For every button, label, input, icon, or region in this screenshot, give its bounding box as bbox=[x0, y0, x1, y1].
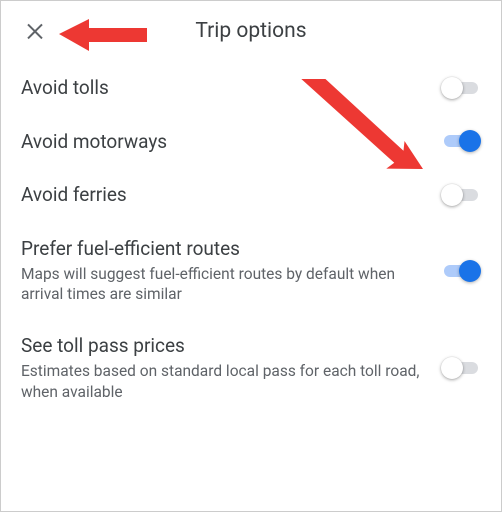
toggle-see-toll-pass-prices[interactable] bbox=[441, 356, 481, 380]
option-avoid-motorways[interactable]: Avoid motorways bbox=[1, 115, 501, 169]
option-title: See toll pass prices bbox=[21, 333, 421, 359]
close-icon bbox=[23, 18, 47, 45]
toggle-avoid-motorways[interactable] bbox=[441, 129, 481, 153]
toggle-avoid-tolls[interactable] bbox=[441, 76, 481, 100]
page-title: Trip options bbox=[1, 19, 501, 43]
toggle-avoid-ferries[interactable] bbox=[441, 183, 481, 207]
options-list: Avoid tolls Avoid motorways Avoid ferrie… bbox=[1, 61, 501, 417]
close-button[interactable] bbox=[13, 9, 57, 53]
option-text: Avoid tolls bbox=[21, 75, 441, 101]
header: Trip options bbox=[1, 1, 501, 61]
option-see-toll-pass-prices[interactable]: See toll pass prices Estimates based on … bbox=[1, 319, 501, 416]
option-title: Avoid ferries bbox=[21, 182, 421, 208]
option-avoid-tolls[interactable]: Avoid tolls bbox=[1, 61, 501, 115]
option-title: Avoid motorways bbox=[21, 129, 421, 155]
option-prefer-fuel-efficient[interactable]: Prefer fuel-efficient routes Maps will s… bbox=[1, 222, 501, 319]
option-title: Avoid tolls bbox=[21, 75, 421, 101]
option-title: Prefer fuel-efficient routes bbox=[21, 236, 421, 262]
option-text: See toll pass prices Estimates based on … bbox=[21, 333, 441, 402]
option-text: Avoid ferries bbox=[21, 182, 441, 208]
option-text: Prefer fuel-efficient routes Maps will s… bbox=[21, 236, 441, 305]
option-subtitle: Maps will suggest fuel-efficient routes … bbox=[21, 264, 421, 306]
toggle-prefer-fuel-efficient[interactable] bbox=[441, 259, 481, 283]
option-subtitle: Estimates based on standard local pass f… bbox=[21, 361, 421, 403]
option-text: Avoid motorways bbox=[21, 129, 441, 155]
option-avoid-ferries[interactable]: Avoid ferries bbox=[1, 168, 501, 222]
